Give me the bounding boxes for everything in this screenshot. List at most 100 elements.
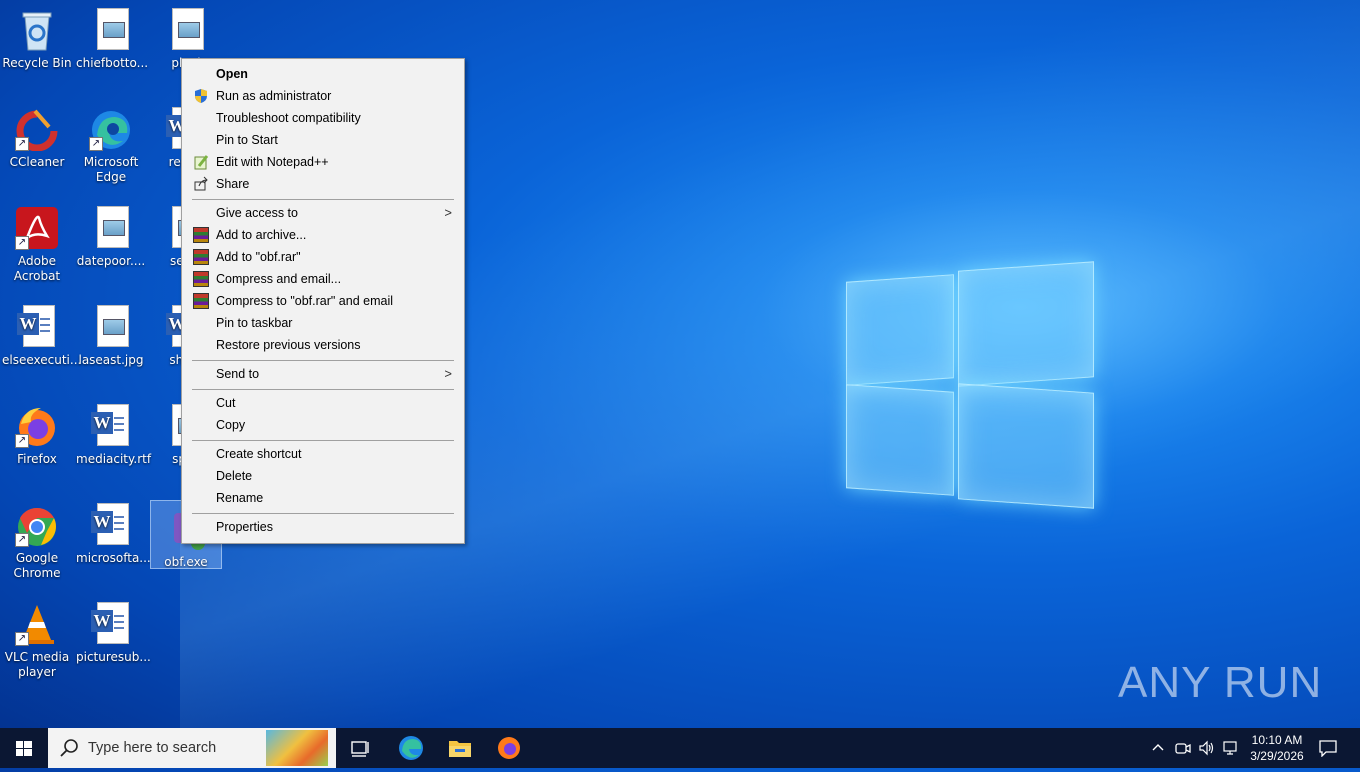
menu-item-copy[interactable]: Copy	[182, 414, 464, 436]
menu-item-delete[interactable]: Delete	[182, 465, 464, 487]
network-icon	[1223, 741, 1237, 755]
desktop-icon-vlc[interactable]: ↗ VLC media player	[2, 596, 72, 680]
menu-item-restore-previous-versions[interactable]: Restore previous versions	[182, 334, 464, 356]
menu-item-rename[interactable]: Rename	[182, 487, 464, 509]
chrome-icon: ↗	[15, 503, 59, 547]
menu-separator	[192, 199, 454, 200]
network-button[interactable]	[1222, 739, 1240, 760]
word-doc-icon: W	[15, 305, 59, 349]
taskbar-search-box[interactable]: Type here to search	[48, 728, 336, 768]
clock-time: 10:10 AM	[1251, 733, 1303, 747]
clock[interactable]: 10:10 AM 3/29/2026	[1246, 732, 1308, 764]
windows-wallpaper-logo	[846, 258, 1094, 510]
shortcut-arrow-icon: ↗	[15, 137, 29, 151]
desktop-icon-label: microsofta...	[76, 551, 151, 565]
desktop-icon-label: obf.exe	[164, 555, 208, 569]
task-view-button[interactable]	[344, 728, 376, 768]
firefox-icon: ↗	[15, 404, 59, 448]
image-file-icon	[89, 206, 133, 250]
word-doc-icon: W	[89, 503, 133, 547]
task-view-icon	[351, 741, 369, 757]
desktop-icon-elseexecuti[interactable]: W elseexecuti...	[2, 299, 82, 368]
desktop-icon-label: datepoor....	[76, 254, 146, 268]
desktop-icon-label: Recycle Bin	[2, 56, 72, 70]
image-file-icon	[89, 8, 133, 52]
winrar-icon	[193, 249, 209, 265]
menu-item-pin-to-taskbar[interactable]: Pin to taskbar	[182, 312, 464, 334]
menu-item-give-access-to[interactable]: Give access to >	[182, 202, 464, 224]
desktop-icon-label: chiefbotto...	[76, 56, 149, 70]
desktop-icon-microsofta[interactable]: W microsofta...	[76, 497, 151, 566]
shortcut-arrow-icon: ↗	[15, 632, 29, 646]
word-doc-icon: W	[89, 602, 133, 646]
shortcut-arrow-icon: ↗	[15, 533, 29, 547]
vlc-icon: ↗	[15, 602, 59, 646]
word-doc-icon: W	[89, 404, 133, 448]
desktop-icon-label: picturesub...	[76, 650, 151, 664]
menu-separator	[192, 389, 454, 390]
desktop-icon-label: VLC media player	[4, 650, 70, 679]
menu-item-run-as-administrator[interactable]: Run as administrator	[182, 85, 464, 107]
taskbar-file-explorer-button[interactable]	[443, 728, 477, 768]
menu-item-add-to-archive[interactable]: Add to archive...	[182, 224, 464, 246]
volume-button[interactable]	[1198, 739, 1216, 760]
desktop-icon-label: Firefox	[17, 452, 57, 466]
menu-item-share[interactable]: Share	[182, 173, 464, 195]
submenu-arrow-icon: >	[444, 366, 452, 381]
meet-now-button[interactable]	[1174, 739, 1192, 760]
search-icon	[60, 739, 78, 757]
camera-icon	[1175, 743, 1191, 754]
windows-start-icon	[16, 741, 32, 756]
menu-item-create-shortcut[interactable]: Create shortcut	[182, 443, 464, 465]
menu-item-add-to-obf-rar[interactable]: Add to "obf.rar"	[182, 246, 464, 268]
desktop-icon-label: Google Chrome	[13, 551, 61, 580]
menu-item-compress-to-obf-rar-and-email[interactable]: Compress to "obf.rar" and email	[182, 290, 464, 312]
menu-item-compress-and-email[interactable]: Compress and email...	[182, 268, 464, 290]
menu-item-troubleshoot-compatibility[interactable]: Troubleshoot compatibility	[182, 107, 464, 129]
notification-icon	[1319, 740, 1337, 758]
chevron-up-icon	[1152, 744, 1164, 751]
notepadpp-icon	[193, 154, 209, 170]
desktop-icon-adobe-acrobat[interactable]: ↗ Adobe Acrobat	[2, 200, 72, 284]
anyrun-watermark: ANY RUN	[1118, 658, 1323, 707]
share-icon	[193, 176, 209, 192]
image-file-icon	[89, 305, 133, 349]
acrobat-icon: ↗	[15, 206, 59, 250]
desktop-icon-recycle-bin[interactable]: Recycle Bin	[2, 2, 72, 71]
start-button[interactable]	[0, 728, 48, 768]
shortcut-arrow-icon: ↗	[89, 137, 103, 151]
shortcut-arrow-icon: ↗	[15, 236, 29, 250]
menu-separator	[192, 360, 454, 361]
shortcut-arrow-icon: ↗	[15, 434, 29, 448]
taskbar-edge-button[interactable]	[394, 728, 428, 768]
menu-item-properties[interactable]: Properties	[182, 516, 464, 538]
desktop-icon-chiefbotto[interactable]: chiefbotto...	[76, 2, 149, 71]
menu-item-send-to[interactable]: Send to >	[182, 363, 464, 385]
desktop-icon-ccleaner[interactable]: ↗ CCleaner	[2, 101, 72, 170]
taskbar-firefox-button[interactable]	[492, 728, 526, 768]
edge-icon: ↗	[89, 107, 133, 151]
submenu-arrow-icon: >	[444, 205, 452, 220]
recycle-bin-icon	[15, 8, 59, 52]
menu-item-edit-with-notepadpp[interactable]: Edit with Notepad++	[182, 151, 464, 173]
search-placeholder: Type here to search	[88, 740, 217, 756]
show-hidden-icons-button[interactable]	[1150, 739, 1166, 758]
desktop-icon-datepoor[interactable]: datepoor....	[76, 200, 146, 269]
firefox-icon	[498, 737, 520, 759]
action-center-button[interactable]	[1318, 739, 1338, 760]
desktop-icon-label: elseexecuti...	[2, 353, 82, 367]
desktop-icon-picturesub[interactable]: W picturesub...	[76, 596, 151, 665]
winrar-icon	[193, 271, 209, 287]
menu-item-open[interactable]: Open	[182, 63, 464, 85]
desktop-icon-microsoft-edge[interactable]: ↗ Microsoft Edge	[76, 101, 146, 185]
desktop-icon-mediacity[interactable]: W mediacity.rtf	[76, 398, 151, 467]
desktop-icon-label: Adobe Acrobat	[13, 254, 61, 283]
desktop-icon-laseast[interactable]: laseast.jpg	[76, 299, 146, 368]
menu-item-pin-to-start[interactable]: Pin to Start	[182, 129, 464, 151]
desktop-icon-google-chrome[interactable]: ↗ Google Chrome	[2, 497, 72, 581]
menu-separator	[192, 513, 454, 514]
clock-date: 3/29/2026	[1250, 749, 1304, 763]
desktop-icon-firefox[interactable]: ↗ Firefox	[2, 398, 72, 467]
menu-item-cut[interactable]: Cut	[182, 392, 464, 414]
folder-icon	[449, 741, 471, 757]
